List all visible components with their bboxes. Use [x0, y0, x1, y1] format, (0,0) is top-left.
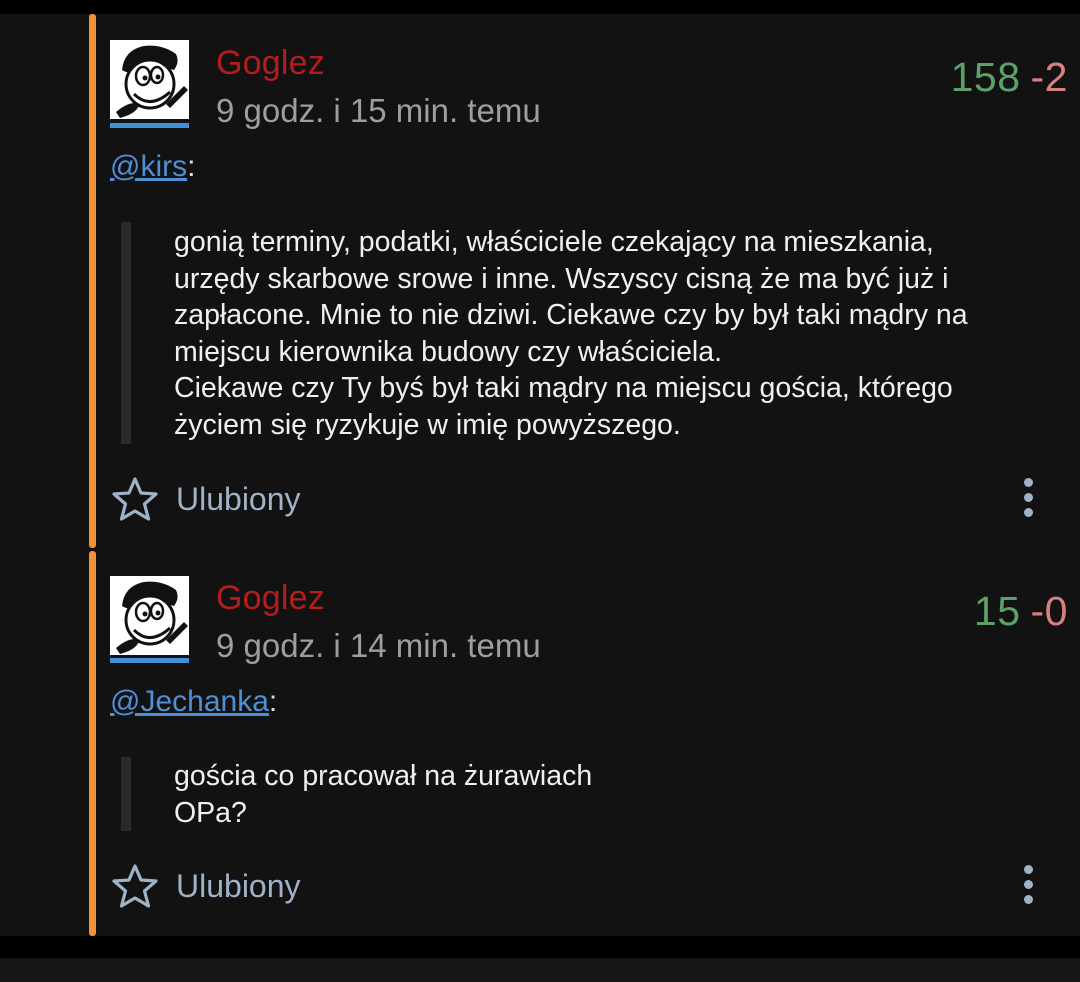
author-name[interactable]: Goglez — [216, 579, 325, 618]
upvote-count[interactable]: 15 — [974, 588, 1021, 634]
user-mention-link[interactable]: @Jechanka — [110, 685, 269, 718]
timestamp: 9 godz. i 14 min. temu — [216, 627, 541, 664]
quote-bar — [121, 757, 131, 831]
vote-count[interactable]: 15 -0 — [974, 588, 1068, 635]
quote-line: gościa co pracował na żurawiach — [174, 760, 593, 792]
avatar[interactable] — [110, 576, 189, 655]
avatar-underline — [110, 658, 189, 663]
star-outline-icon — [112, 864, 158, 908]
quote-line: OPa? — [174, 796, 247, 829]
favorite-label: Ulubiony — [176, 867, 301, 904]
downvote-count[interactable]: -0 — [1031, 588, 1068, 634]
favorite-button[interactable]: Ulubiony — [110, 863, 301, 909]
comment: Goglez 9 godz. i 14 min. temu 15 -0 @Jech… — [0, 0, 1080, 936]
quote-block: gościa co pracował na żurawiach OPa? — [174, 758, 1054, 831]
reply-mention-line: @Jechanka: — [110, 685, 277, 719]
mention-suffix: : — [268, 685, 278, 718]
cartoon-face-avatar-icon — [116, 581, 188, 654]
more-vertical-icon[interactable] — [1018, 865, 1038, 909]
bottom-bar — [0, 958, 1080, 982]
